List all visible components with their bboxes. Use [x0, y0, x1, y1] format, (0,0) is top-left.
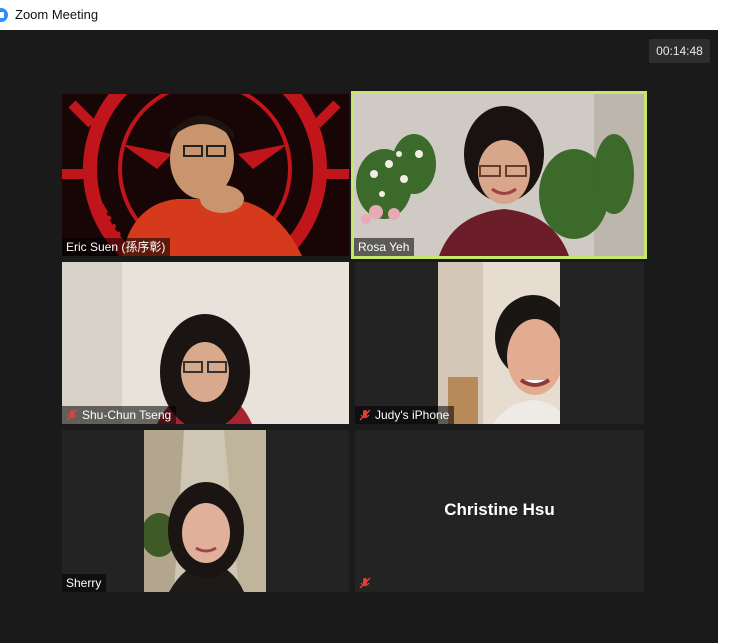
participant-name-tag: Sherry — [62, 574, 107, 592]
participant-name: Sherry — [66, 576, 102, 590]
participant-name: Rosa Yeh — [358, 240, 410, 254]
participant-video — [62, 262, 349, 424]
participant-video — [438, 262, 560, 424]
participant-tile-eric[interactable]: TAM Eric Suen (孫序彰) — [62, 94, 349, 256]
title-bar: Zoom Meeting — [0, 0, 734, 30]
participant-tile-christine[interactable]: Christine Hsu — [355, 430, 644, 592]
participant-name-tag: Shu-Chun Tseng — [62, 406, 177, 424]
participant-name: Shu-Chun Tseng — [82, 408, 172, 422]
participant-name: Judy's iPhone — [375, 408, 450, 422]
participant-video — [354, 94, 644, 256]
participant-name-tag: Rosa Yeh — [354, 238, 415, 256]
participant-tile-shu-chun[interactable]: Shu-Chun Tseng — [62, 262, 349, 424]
participant-name: Eric Suen (孫序彰) — [66, 240, 166, 254]
participant-tile-judy[interactable]: Judy's iPhone — [355, 262, 644, 424]
meeting-timer: 00:14:48 — [649, 39, 710, 63]
participant-name-tag — [355, 574, 376, 592]
participant-name-tag: Judy's iPhone — [355, 406, 455, 424]
muted-mic-icon — [66, 409, 78, 421]
zoom-camera-icon — [0, 8, 8, 22]
participant-name-tag: Eric Suen (孫序彰) — [62, 238, 171, 256]
window-title: Zoom Meeting — [15, 7, 99, 22]
muted-mic-icon — [359, 577, 371, 589]
participant-video — [144, 430, 266, 592]
window-edge — [718, 30, 734, 643]
participant-display-name: Christine Hsu — [444, 500, 555, 519]
participant-tile-sherry[interactable]: Sherry — [62, 430, 349, 592]
participant-video: TAM — [62, 94, 349, 256]
muted-mic-icon — [359, 409, 371, 421]
participant-tile-rosa[interactable]: Rosa Yeh — [351, 91, 647, 259]
